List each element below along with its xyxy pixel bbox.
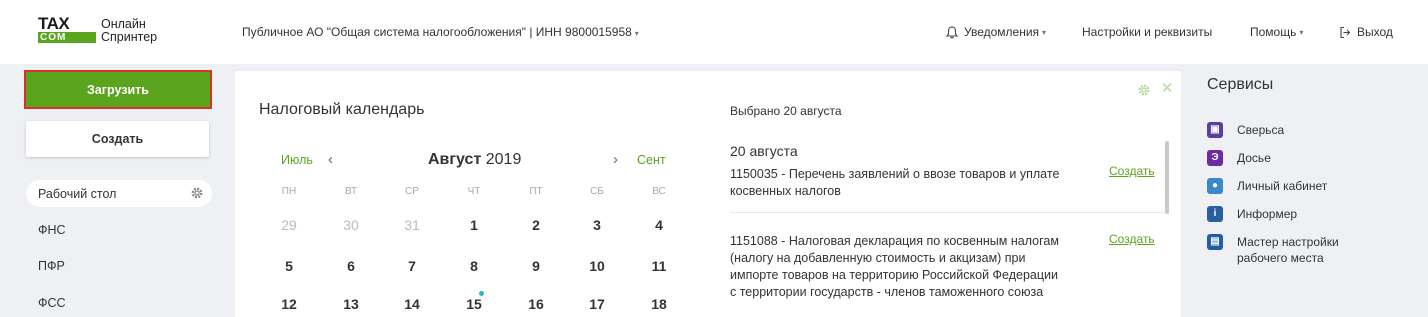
calendar-day[interactable]: 14 xyxy=(392,296,432,312)
calendar-day[interactable]: 2 xyxy=(516,217,556,233)
calendar-day[interactable]: 15 xyxy=(454,296,494,312)
desktop-selector[interactable]: Рабочий стол xyxy=(26,180,212,207)
event-description: 1150035 - Перечень заявлений о ввозе тов… xyxy=(730,167,1060,198)
upload-button[interactable]: Загрузить xyxy=(24,70,212,109)
service-label: Информер xyxy=(1237,207,1298,221)
calendar-day[interactable]: 4 xyxy=(639,217,679,233)
weekday-label: СР xyxy=(405,186,419,197)
help-menu[interactable]: Помощь ▾ xyxy=(1250,25,1303,39)
calendar-day[interactable]: 11 xyxy=(639,258,679,274)
sidebar-item-fss[interactable]: ФСС xyxy=(38,296,66,310)
next-month-link[interactable]: Сент xyxy=(637,153,666,167)
logout-icon xyxy=(1340,26,1351,38)
service-item[interactable]: i Информер xyxy=(1207,206,1297,222)
calendar-day[interactable]: 1 xyxy=(454,217,494,233)
organization-name: Публичное АО "Общая система налогообложе… xyxy=(242,25,632,39)
logo[interactable]: TAX COM Онлайн Спринтер xyxy=(38,15,158,44)
calendar-day[interactable]: 18 xyxy=(639,296,679,312)
create-link[interactable]: Создать xyxy=(1109,164,1155,178)
chevron-right-icon[interactable]: › xyxy=(613,151,618,168)
gear-icon[interactable] xyxy=(190,186,204,200)
prev-month-link[interactable]: Июль xyxy=(281,153,313,167)
calendar-day[interactable]: 31 xyxy=(392,217,432,233)
top-bar: TAX COM Онлайн Спринтер Публичное АО "Об… xyxy=(0,0,1428,64)
service-label: Личный кабинет xyxy=(1237,179,1328,193)
calendar-day[interactable]: 16 xyxy=(516,296,556,312)
weekday-label: ВС xyxy=(652,186,666,197)
desktop-label: Рабочий стол xyxy=(38,186,117,201)
calendar-day[interactable]: 10 xyxy=(577,258,617,274)
service-label: Сверьса xyxy=(1237,123,1285,137)
selected-date-title: Выбрано 20 августа xyxy=(730,104,842,118)
panel-title: Налоговый календарь xyxy=(259,101,425,118)
service-item[interactable]: ● Личный кабинет xyxy=(1207,178,1327,194)
chevron-left-icon[interactable]: ‹ xyxy=(328,151,333,168)
info-icon: i xyxy=(1207,206,1223,222)
calendar-day[interactable]: 7 xyxy=(392,258,432,274)
event-date: 20 августа xyxy=(730,143,798,159)
settings-link[interactable]: Настройки и реквизиты xyxy=(1082,25,1212,39)
reconcile-icon: ▣ xyxy=(1207,122,1223,138)
event-dot xyxy=(479,291,484,296)
weekday-label: ВТ xyxy=(344,186,358,197)
current-month: Август 2019 xyxy=(428,151,522,168)
organization-selector[interactable]: Публичное АО "Общая система налогообложе… xyxy=(242,25,639,39)
weekday-label: СБ xyxy=(590,186,604,197)
calendar-day[interactable]: 12 xyxy=(269,296,309,312)
gear-icon[interactable] xyxy=(1137,83,1151,97)
weekday-label: ЧТ xyxy=(467,186,481,197)
service-label: Мастер настройки рабочего места xyxy=(1237,235,1339,265)
weekday-label: ПТ xyxy=(529,186,543,197)
notifications-menu[interactable]: Уведомления ▾ xyxy=(946,25,1046,39)
calendar-day[interactable]: 17 xyxy=(577,296,617,312)
chevron-down-icon: ▾ xyxy=(1042,27,1047,37)
calendar-day[interactable]: 6 xyxy=(331,258,371,274)
bell-icon xyxy=(946,25,958,38)
taxcom-logo-mark: TAX COM xyxy=(38,15,96,44)
service-item[interactable]: ▣ Сверьса xyxy=(1207,122,1284,138)
event-description: 1151088 - Налоговая декларация по косвен… xyxy=(730,234,1059,299)
close-icon[interactable]: ✕ xyxy=(1161,81,1174,96)
services-title: Сервисы xyxy=(1207,76,1274,93)
divider xyxy=(730,212,1165,213)
user-icon: ● xyxy=(1207,178,1223,194)
wizard-icon: ▤ xyxy=(1207,234,1223,250)
calendar-day[interactable]: 9 xyxy=(516,258,556,274)
calendar-day[interactable]: 29 xyxy=(269,217,309,233)
calendar-day[interactable]: 13 xyxy=(331,296,371,312)
calendar-day[interactable]: 8 xyxy=(454,258,494,274)
sidebar-item-pfr[interactable]: ПФР xyxy=(38,259,65,273)
service-label: Досье xyxy=(1237,151,1271,165)
dossier-icon: Э xyxy=(1207,150,1223,166)
chevron-down-icon: ▾ xyxy=(1299,27,1304,37)
scrollbar[interactable] xyxy=(1165,141,1169,214)
chevron-down-icon: ▾ xyxy=(634,29,639,38)
tax-calendar-panel: Налоговый календарь Июль ‹ Август 2019 ›… xyxy=(235,71,1181,317)
logo-text: Онлайн Спринтер xyxy=(101,17,158,44)
weekday-label: ПН xyxy=(281,186,297,197)
create-button[interactable]: Создать xyxy=(26,121,209,157)
service-item[interactable]: Э Досье xyxy=(1207,150,1271,166)
calendar-day[interactable]: 30 xyxy=(331,217,371,233)
service-item[interactable]: ▤ Мастер настройки рабочего места xyxy=(1207,234,1339,266)
logout-button[interactable]: Выход xyxy=(1339,25,1393,39)
calendar-day[interactable]: 5 xyxy=(269,258,309,274)
calendar-day[interactable]: 3 xyxy=(577,217,617,233)
create-link[interactable]: Создать xyxy=(1109,232,1155,246)
sidebar-item-fns[interactable]: ФНС xyxy=(38,223,66,237)
